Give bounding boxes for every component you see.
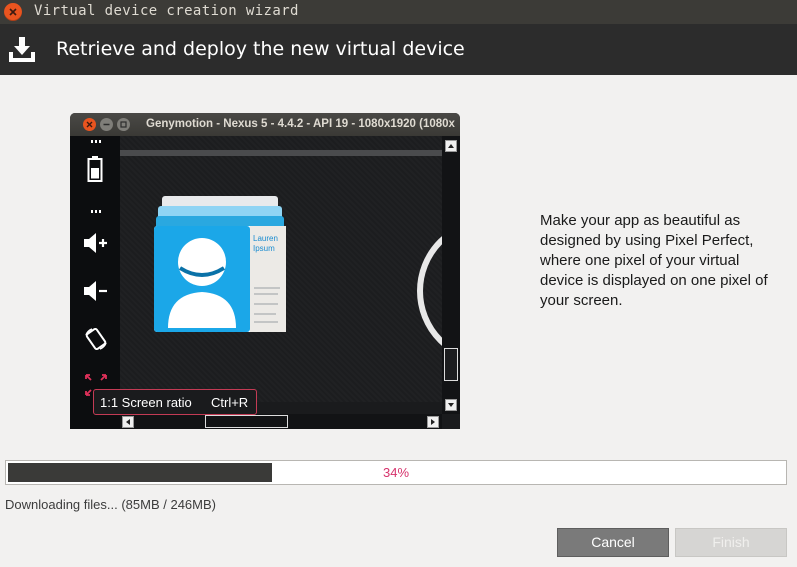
preview-title-bar: Genymotion - Nexus 5 - 4.4.2 - API 19 - … bbox=[70, 113, 460, 136]
preview-maximize-icon bbox=[117, 118, 130, 131]
close-icon bbox=[9, 8, 17, 16]
contacts-app-icon bbox=[154, 196, 286, 332]
page-title: Retrieve and deploy the new virtual devi… bbox=[56, 38, 465, 60]
battery-icon bbox=[87, 156, 103, 182]
download-progress-bar: 34% bbox=[5, 460, 787, 485]
volume-up-icon bbox=[84, 233, 107, 253]
download-icon bbox=[9, 37, 35, 62]
preview-close-icon bbox=[83, 118, 96, 131]
preview-vertical-scrollbar bbox=[442, 136, 460, 414]
volume-down-icon bbox=[84, 281, 107, 301]
progress-percent: 34% bbox=[382, 465, 410, 480]
preview-minimize-icon bbox=[100, 118, 113, 131]
cancel-button[interactable]: Cancel bbox=[557, 528, 669, 557]
close-window-button[interactable] bbox=[4, 3, 22, 21]
scroll-left-icon bbox=[122, 416, 134, 428]
download-status: Downloading files... (85MB / 246MB) bbox=[5, 497, 216, 512]
device-preview-image: Genymotion - Nexus 5 - 4.4.2 - API 19 - … bbox=[70, 113, 460, 429]
preview-sidebar bbox=[70, 136, 120, 429]
window-title: Virtual device creation wizard bbox=[34, 3, 299, 19]
screen-ratio-tooltip: 1:1 Screen ratio Ctrl+R bbox=[93, 389, 257, 415]
preview-window-title: Genymotion - Nexus 5 - 4.4.2 - API 19 - … bbox=[146, 118, 455, 130]
scroll-right-icon bbox=[427, 416, 439, 428]
title-bar: Virtual device creation wizard bbox=[0, 0, 797, 24]
tooltip-shortcut: Ctrl+R bbox=[211, 395, 249, 410]
preview-horizontal-scrollbar bbox=[120, 414, 442, 429]
status-bar bbox=[120, 150, 442, 156]
scroll-down-icon bbox=[445, 399, 457, 411]
pixel-perfect-description: Make your app as beautiful as designed b… bbox=[540, 212, 768, 309]
contact-card-first-name: Lauren bbox=[253, 234, 278, 243]
tooltip-label: 1:1 Screen ratio bbox=[100, 395, 192, 410]
scroll-up-icon bbox=[445, 140, 457, 152]
device-screen: Lauren Ipsum bbox=[120, 136, 460, 402]
contact-card-last-name: Ipsum bbox=[253, 244, 275, 253]
wizard-header: Retrieve and deploy the new virtual devi… bbox=[0, 24, 797, 75]
rotate-icon bbox=[85, 327, 107, 351]
vertical-scroll-thumb bbox=[444, 348, 458, 381]
horizontal-scroll-thumb bbox=[205, 415, 288, 428]
finish-button[interactable]: Finish bbox=[675, 528, 787, 557]
